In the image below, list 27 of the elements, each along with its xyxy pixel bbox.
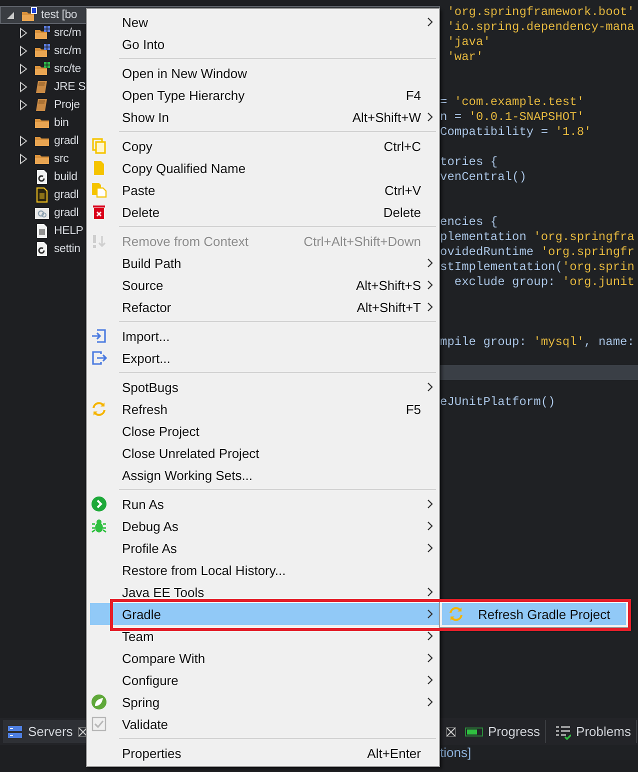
shortcut-text: Alt+Shift+W <box>352 110 421 124</box>
shortcut-text: Delete <box>383 204 421 220</box>
code-line: 'org.springframework.boot' <box>446 5 636 20</box>
code-line: tories { <box>440 155 499 170</box>
shortcut-text: Alt+Shift+T <box>356 300 421 314</box>
shortcut-text: Alt+Enter <box>367 746 421 760</box>
code-line: exclude group: 'org.junit <box>453 275 636 290</box>
shortcut-text: Ctrl+V <box>384 182 421 198</box>
code-line: n = '0.0.1-SNAPSHOT' <box>440 110 586 125</box>
code-line: 'java' <box>446 35 492 50</box>
code-line: mpile group: 'mysql', name: <box>440 335 636 350</box>
shortcut-text: Ctrl+C <box>384 138 421 154</box>
shortcut-text: Ctrl+Alt+Shift+Down <box>304 234 421 248</box>
shortcut-text: Alt+Shift+S <box>356 278 421 292</box>
console-header-text: tions] <box>440 745 472 760</box>
code-line: = 'com.example.test' <box>440 95 586 110</box>
shortcut-text: F5 <box>406 402 421 416</box>
code-line: ovidedRuntime 'org.springfr <box>440 245 636 260</box>
code-line: 'io.spring.dependency-mana <box>446 20 636 35</box>
shortcut-text: F4 <box>406 88 421 102</box>
code-line: eJUnitPlatform() <box>440 395 556 410</box>
code-line: venCentral() <box>440 170 528 185</box>
code-line: 'war' <box>446 50 484 65</box>
code-line: plementation 'org.springfra <box>440 230 636 245</box>
code-line: encies { <box>440 215 499 230</box>
code-line: Compatibility = '1.8' <box>440 125 592 140</box>
code-line: stImplementation('org.sprin <box>440 260 636 275</box>
